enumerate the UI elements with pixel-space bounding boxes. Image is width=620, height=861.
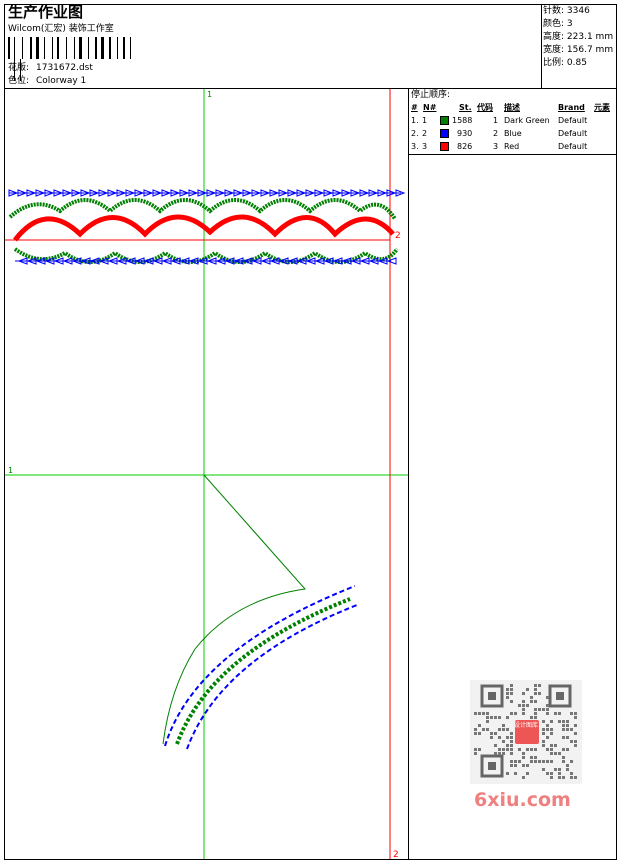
sequence-row: 3. 3 826 3 Red Default bbox=[411, 142, 588, 151]
colorway-label: 色位: bbox=[8, 76, 30, 86]
company-name: Wilcom(汇宏) 装饰工作室 bbox=[8, 24, 114, 34]
color-swatch bbox=[440, 129, 449, 138]
sequence-row: 2. 2 930 2 Blue Default bbox=[411, 129, 588, 138]
stat-width: 宽度: 156.7 mm bbox=[543, 45, 614, 55]
design-value: 1731672.dst bbox=[36, 63, 93, 73]
stat-stitch-count: 针数: 3346 bbox=[543, 6, 590, 16]
color-swatch bbox=[440, 116, 449, 125]
green-scallop-top bbox=[8, 198, 397, 221]
sequence-title: 停止顺序: bbox=[411, 90, 451, 100]
qr-code-watermark bbox=[470, 680, 582, 784]
colorway-value: Colorway 1 bbox=[36, 76, 87, 86]
jump-connector bbox=[162, 474, 306, 745]
axis-label-right: 2 bbox=[395, 231, 401, 241]
stat-color-count: 颜色: 3 bbox=[543, 19, 573, 29]
stat-height: 高度: 223.1 mm bbox=[543, 32, 614, 42]
lower-curved-design bbox=[164, 585, 358, 750]
color-swatch bbox=[440, 142, 449, 151]
watermark-text: 6xiu.com bbox=[474, 789, 571, 811]
design-label: 花版: bbox=[8, 63, 30, 73]
upper-border-design bbox=[8, 189, 406, 265]
stats-divider-v bbox=[541, 4, 542, 88]
qr-badge-text: 设计图库 bbox=[514, 722, 539, 729]
panel-divider-v bbox=[408, 88, 409, 860]
sequence-row: 1. 1 1588 1 Dark Green Default bbox=[411, 116, 588, 125]
barcode bbox=[8, 37, 138, 81]
axis-label-left: 1 bbox=[8, 466, 13, 475]
design-canvas: 1 1 2 2 bbox=[5, 89, 408, 859]
sequence-header-row: # N# St. 代码 描述 Brand 元素 bbox=[411, 103, 610, 112]
stat-scale: 比例: 0.85 bbox=[543, 58, 587, 68]
sequence-divider-h bbox=[408, 154, 617, 155]
axis-label-top: 1 bbox=[207, 90, 212, 99]
page-title: 生产作业图 bbox=[8, 3, 84, 21]
axis-label-bottom: 2 bbox=[393, 850, 399, 859]
